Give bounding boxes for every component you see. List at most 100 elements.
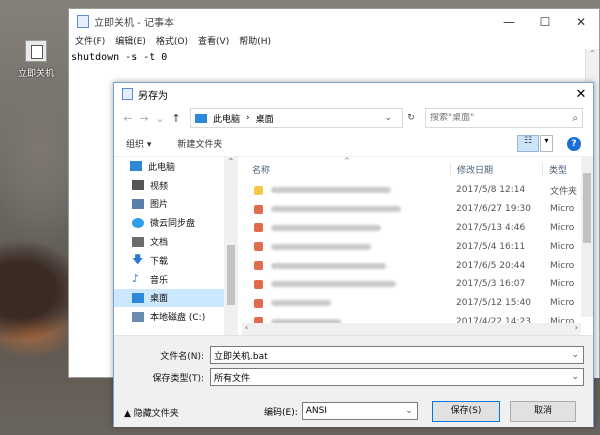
up-arrow-icon[interactable]: ↑ <box>168 112 184 125</box>
encoding-row: 编码(E): ANSI ⌄ <box>264 402 418 420</box>
file-type-cell: Micro <box>550 279 575 290</box>
chevron-down-icon[interactable]: ⌄ <box>152 112 168 125</box>
address-dropdown-icon[interactable]: ⌄ <box>384 113 392 123</box>
cloud-icon <box>132 217 144 228</box>
search-box[interactable]: ⌕ <box>425 108 583 128</box>
file-row[interactable]: 2017/5/8 12:14 文件夹 <box>242 181 593 200</box>
menu-view[interactable]: 查看(V) <box>198 34 229 50</box>
column-type[interactable]: 类型 <box>542 162 580 176</box>
nav-label: 图片 <box>150 200 169 211</box>
menu-file[interactable]: 文件(F) <box>75 34 105 50</box>
breadcrumb-separator[interactable]: › <box>246 113 250 123</box>
horizontal-scrollbar[interactable]: ‹ › <box>242 323 581 335</box>
menu-format[interactable]: 格式(O) <box>156 34 188 50</box>
file-row[interactable]: 2017/5/13 4:46 Micro <box>242 219 593 238</box>
help-icon[interactable]: ? <box>567 136 581 151</box>
address-bar[interactable]: 此电脑 › 桌面 ⌄ <box>190 108 403 128</box>
file-name-cell <box>242 242 450 252</box>
dialog-icon <box>122 88 133 100</box>
file-list-scrollbar[interactable] <box>581 157 593 317</box>
back-arrow-icon[interactable]: ← <box>120 112 136 125</box>
scroll-right-icon[interactable]: › <box>575 323 578 335</box>
file-name-cell <box>242 261 450 271</box>
file-date-cell: 2017/6/27 19:30 <box>456 204 531 215</box>
encoding-select[interactable]: ANSI ⌄ <box>301 402 418 420</box>
nav-label: 微云同步盘 <box>150 219 196 230</box>
scroll-up-icon[interactable]: ⌃ <box>224 157 238 166</box>
cancel-button[interactable]: 取消 <box>510 401 576 422</box>
word-document-icon <box>254 242 263 252</box>
search-icon[interactable]: ⌕ <box>572 113 578 124</box>
save-button[interactable]: 保存(S) <box>432 401 500 422</box>
menu-help[interactable]: 帮助(H) <box>239 34 271 50</box>
file-row[interactable]: 2017/5/3 16:07 Micro <box>242 275 593 294</box>
notepad-icon <box>77 15 89 28</box>
file-type-cell: 文件夹 <box>550 186 578 197</box>
chevron-down-icon[interactable]: ⌄ <box>405 406 413 416</box>
file-date-cell: 2017/5/13 4:46 <box>456 222 526 233</box>
folder-icon <box>254 185 263 195</box>
hide-folders-button[interactable]: ▲ 隐藏文件夹 <box>124 406 179 419</box>
file-name-cell <box>242 185 450 195</box>
nav-item-desktop[interactable]: 桌面 <box>114 288 238 308</box>
filename-field[interactable]: 立即关机.bat ⌄ <box>210 346 584 364</box>
search-input[interactable] <box>430 113 560 123</box>
nav-item-this-pc[interactable]: 此电脑 <box>114 157 238 176</box>
file-type-cell: Micro <box>550 222 575 233</box>
refresh-icon[interactable]: ↻ <box>403 113 419 123</box>
document-icon <box>132 236 144 247</box>
desktop-shortcut-label: 立即关机 <box>17 69 54 79</box>
nav-label: 音乐 <box>150 275 169 286</box>
chevron-down-icon[interactable]: ⌄ <box>571 372 579 382</box>
new-folder-button[interactable]: 新建文件夹 <box>177 137 222 150</box>
view-dropdown-icon[interactable]: ▾ <box>540 135 553 152</box>
minimize-button[interactable]: — <box>491 15 527 29</box>
blurred-file-name <box>271 281 396 288</box>
menu-edit[interactable]: 编辑(E) <box>115 34 146 50</box>
nav-item-weiyun[interactable]: 微云同步盘 <box>114 213 238 232</box>
file-row[interactable]: 2017/6/27 19:30 Micro <box>242 200 593 219</box>
maximize-button[interactable]: ☐ <box>527 15 563 29</box>
nav-scroll-thumb[interactable] <box>227 245 235 305</box>
blurred-file-name <box>271 243 371 250</box>
chevron-down-icon[interactable]: ⌄ <box>571 350 579 360</box>
word-document-icon <box>254 261 263 271</box>
nav-item-music[interactable]: ♪ 音乐 <box>114 270 238 289</box>
scroll-up-icon[interactable]: ⌃ <box>586 49 599 58</box>
file-row[interactable]: 2017/5/12 15:40 Micro <box>242 294 593 313</box>
filename-row: 文件名(N): 立即关机.bat ⌄ <box>114 346 584 364</box>
breadcrumb-desktop[interactable]: 桌面 <box>256 112 274 125</box>
file-row[interactable]: 2017/6/5 20:44 Micro <box>242 256 593 275</box>
word-document-icon <box>254 298 263 308</box>
nav-item-documents[interactable]: 文档 <box>114 232 238 251</box>
scroll-left-icon[interactable]: ‹ <box>245 323 248 335</box>
filetype-row: 保存类型(T): 所有文件 ⌄ <box>114 368 584 386</box>
nav-item-downloads[interactable]: 🡇 下载 <box>114 251 238 270</box>
file-date-cell: 2017/6/5 20:44 <box>456 260 526 271</box>
forward-arrow-icon[interactable]: → <box>136 112 152 125</box>
blurred-file-name <box>271 206 401 213</box>
column-date[interactable]: 修改日期 <box>450 162 542 176</box>
file-row[interactable]: 2017/5/4 16:11 Micro <box>242 237 593 256</box>
organize-button[interactable]: 组织 ▾ <box>126 137 151 150</box>
nav-scrollbar[interactable]: ⌃ <box>224 157 238 335</box>
dialog-close-button[interactable]: ✕ <box>569 87 593 102</box>
dialog-title: 另存为 <box>138 90 168 102</box>
nav-item-local-disk[interactable]: 本地磁盘 (C:) <box>114 307 238 326</box>
file-scroll-thumb[interactable] <box>583 173 591 243</box>
nav-label: 本地磁盘 (C:) <box>150 313 206 324</box>
dialog-footer: 文件名(N): 立即关机.bat ⌄ 保存类型(T): 所有文件 ⌄ ▲ 隐藏文… <box>114 335 593 427</box>
breadcrumb-this-pc[interactable]: 此电脑 <box>213 112 240 125</box>
desktop-shortcut[interactable]: 立即关机 <box>14 40 58 79</box>
word-document-icon <box>254 279 263 289</box>
close-button[interactable]: ✕ <box>563 15 599 29</box>
blurred-file-name <box>271 187 391 194</box>
view-details-icon[interactable]: ☷ <box>517 135 539 152</box>
filename-value: 立即关机.bat <box>214 351 268 362</box>
filetype-select[interactable]: 所有文件 ⌄ <box>210 368 584 386</box>
file-date-cell: 2017/5/8 12:14 <box>456 185 526 196</box>
file-type-cell: Micro <box>550 241 575 252</box>
nav-item-videos[interactable]: 视频 <box>114 176 238 195</box>
batch-file-icon <box>25 40 47 62</box>
nav-item-pictures[interactable]: 图片 <box>114 195 238 214</box>
